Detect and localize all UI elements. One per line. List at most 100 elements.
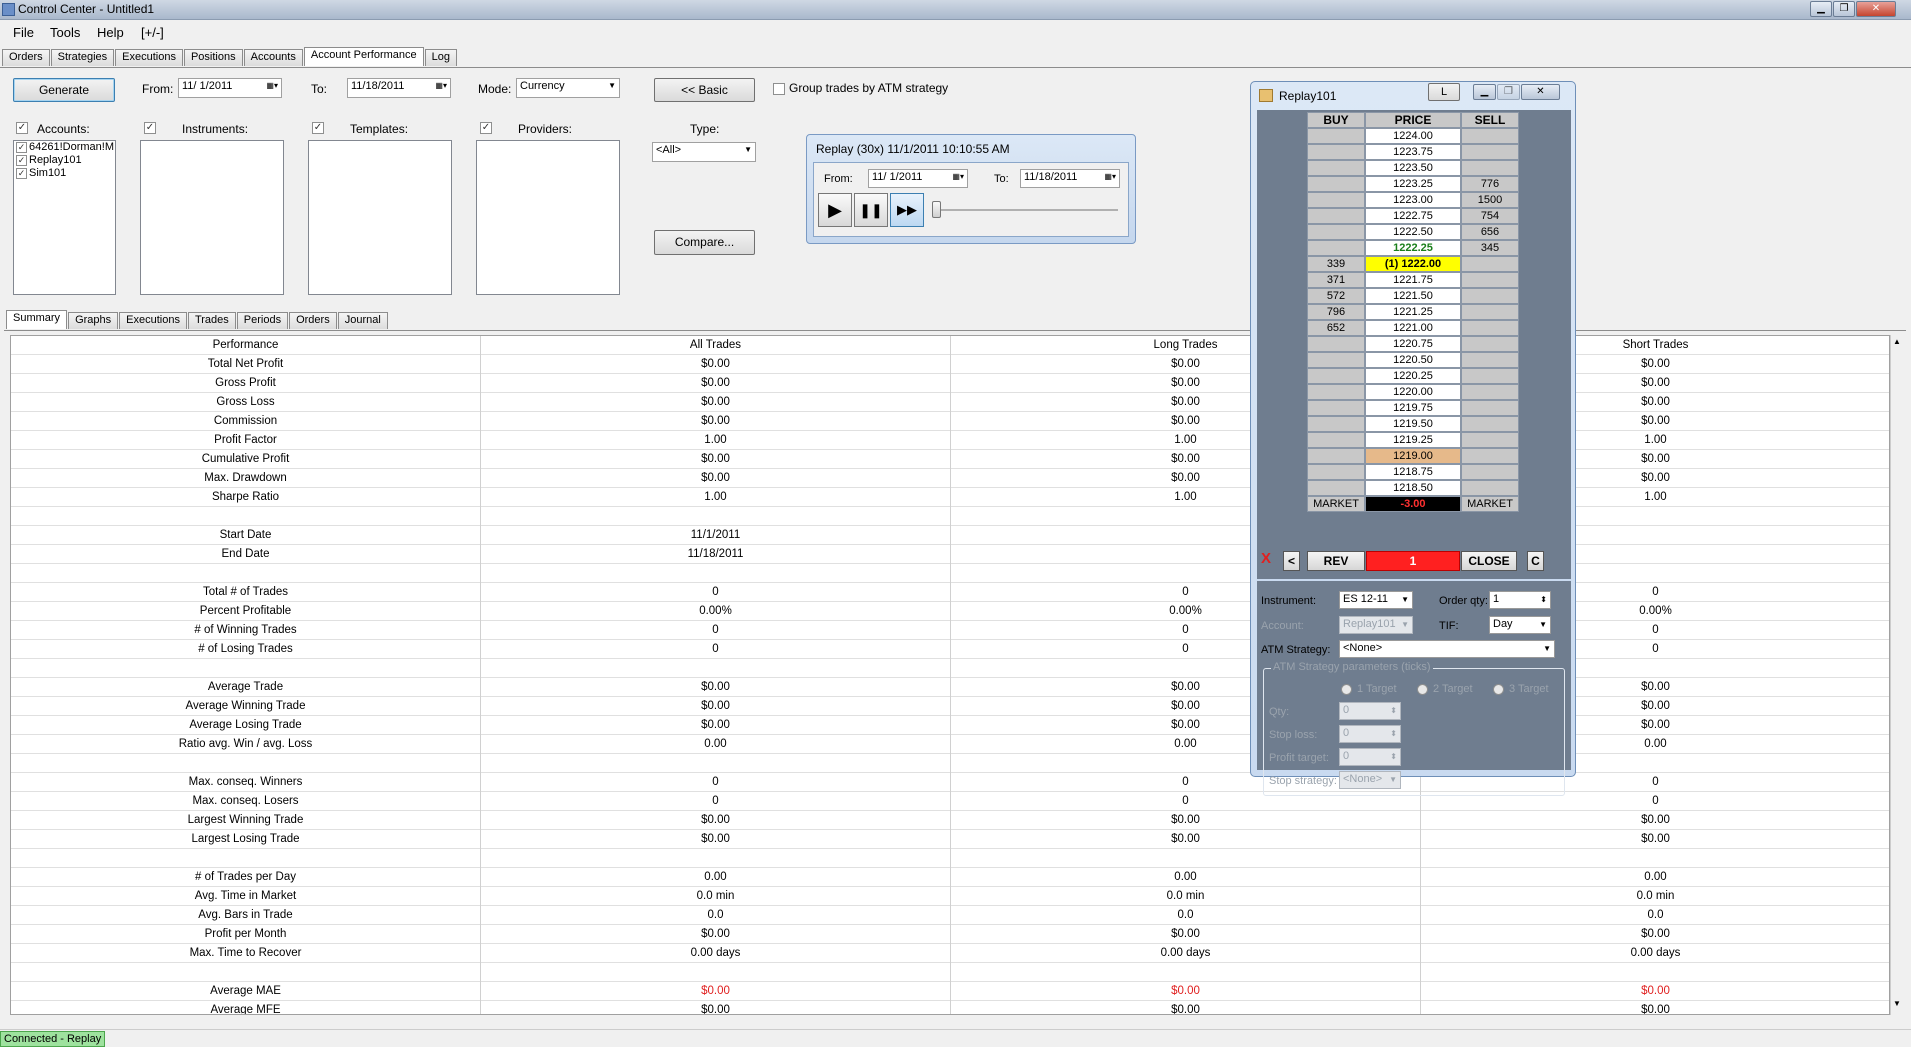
- qty-stepper[interactable]: 0 ⬍: [1339, 702, 1401, 720]
- sell-cell[interactable]: 1500: [1461, 192, 1519, 208]
- buy-cell[interactable]: [1307, 384, 1365, 400]
- dom-minimize-button[interactable]: ▁: [1473, 84, 1496, 100]
- tab-trades[interactable]: Trades: [187, 312, 236, 329]
- buy-cell[interactable]: [1307, 480, 1365, 496]
- buy-cell[interactable]: [1307, 448, 1365, 464]
- sell-cell[interactable]: [1461, 432, 1519, 448]
- tab-orders[interactable]: Orders: [2, 49, 50, 66]
- tab-summary[interactable]: Summary: [6, 310, 68, 329]
- scroll-up-icon[interactable]: ▲: [1893, 337, 1901, 346]
- sell-cell[interactable]: [1461, 384, 1519, 400]
- mode-dropdown[interactable]: Currency ▼: [516, 78, 620, 98]
- close-button[interactable]: ✕: [1856, 1, 1896, 17]
- buy-cell[interactable]: [1307, 224, 1365, 240]
- sell-cell[interactable]: [1461, 464, 1519, 480]
- tif-dropdown[interactable]: Day ▼: [1489, 616, 1551, 634]
- tab-graphs[interactable]: Graphs: [68, 312, 119, 329]
- buy-cell[interactable]: [1307, 144, 1365, 160]
- buy-cell[interactable]: 652: [1307, 320, 1365, 336]
- sell-cell[interactable]: 656: [1461, 224, 1519, 240]
- accounts-list[interactable]: ✓ 64261!Dorman!M ✓ Replay101 ✓ Sim101: [13, 140, 116, 295]
- providers-checkbox[interactable]: ✓: [480, 122, 492, 134]
- buy-cell[interactable]: [1307, 192, 1365, 208]
- sell-cell[interactable]: [1461, 128, 1519, 144]
- tab-log[interactable]: Log: [424, 49, 457, 66]
- sell-cell[interactable]: [1461, 144, 1519, 160]
- c-button[interactable]: C: [1527, 551, 1544, 571]
- type-dropdown[interactable]: <All> ▼: [652, 142, 756, 162]
- atm-strategy-dropdown[interactable]: <None> ▼: [1339, 640, 1555, 658]
- sell-cell[interactable]: [1461, 160, 1519, 176]
- tab-periods[interactable]: Periods: [236, 312, 289, 329]
- tab-strategies[interactable]: Strategies: [50, 49, 115, 66]
- dom-close-button[interactable]: ✕: [1521, 84, 1560, 100]
- buy-cell[interactable]: [1307, 240, 1365, 256]
- buy-cell[interactable]: [1307, 176, 1365, 192]
- sell-cell[interactable]: 754: [1461, 208, 1519, 224]
- basic-button[interactable]: << Basic: [654, 78, 755, 102]
- buy-cell[interactable]: [1307, 464, 1365, 480]
- list-item[interactable]: ✓ Replay101: [14, 154, 115, 167]
- vertical-scrollbar[interactable]: ▲ ▼: [1890, 335, 1906, 1015]
- market-sell-button[interactable]: MARKET: [1461, 496, 1519, 512]
- menu-file[interactable]: File: [13, 25, 34, 40]
- column-header[interactable]: Performance: [11, 336, 481, 355]
- providers-list[interactable]: [476, 140, 620, 295]
- sell-cell[interactable]: [1461, 272, 1519, 288]
- buy-cell[interactable]: 796: [1307, 304, 1365, 320]
- target-3-radio[interactable]: [1493, 684, 1504, 695]
- buy-cell[interactable]: [1307, 416, 1365, 432]
- buy-cell[interactable]: [1307, 368, 1365, 384]
- column-header[interactable]: All Trades: [481, 336, 951, 355]
- buy-cell[interactable]: [1307, 160, 1365, 176]
- fast-forward-button[interactable]: ▶▶: [890, 193, 924, 227]
- accounts-checkbox[interactable]: ✓: [16, 122, 28, 134]
- item-checkbox[interactable]: ✓: [16, 142, 27, 153]
- sell-cell[interactable]: [1461, 352, 1519, 368]
- reverse-left-button[interactable]: <: [1283, 551, 1300, 571]
- order-qty-stepper[interactable]: 1 ⬍: [1489, 591, 1551, 609]
- sell-cell[interactable]: [1461, 304, 1519, 320]
- sell-cell[interactable]: [1461, 336, 1519, 352]
- sell-cell[interactable]: 776: [1461, 176, 1519, 192]
- sell-cell[interactable]: [1461, 256, 1519, 272]
- scroll-down-icon[interactable]: ▼: [1893, 999, 1901, 1008]
- menu-toggle[interactable]: [+/-]: [141, 25, 164, 40]
- tab-sub-executions[interactable]: Executions: [119, 312, 187, 329]
- group-trades-checkbox[interactable]: [773, 83, 785, 95]
- menu-tools[interactable]: Tools: [50, 25, 80, 40]
- replay-to-date[interactable]: 11/18/2011 ▦▾: [1020, 169, 1120, 188]
- profit-target-stepper[interactable]: 0 ⬍: [1339, 748, 1401, 766]
- target-1-radio[interactable]: [1341, 684, 1352, 695]
- sell-cell[interactable]: [1461, 320, 1519, 336]
- instrument-dropdown[interactable]: ES 12-11 ▼: [1339, 591, 1413, 609]
- market-buy-button[interactable]: MARKET: [1307, 496, 1365, 512]
- tab-account-performance[interactable]: Account Performance: [303, 47, 424, 66]
- buy-cell[interactable]: 371: [1307, 272, 1365, 288]
- maximize-button[interactable]: ❐: [1833, 1, 1855, 17]
- speed-slider-track[interactable]: [932, 209, 1118, 211]
- templates-list[interactable]: [308, 140, 452, 295]
- tab-positions[interactable]: Positions: [183, 49, 243, 66]
- instruments-checkbox[interactable]: ✓: [144, 122, 156, 134]
- templates-checkbox[interactable]: ✓: [312, 122, 324, 134]
- sell-cell[interactable]: [1461, 480, 1519, 496]
- sell-cell[interactable]: [1461, 448, 1519, 464]
- stop-strategy-dropdown[interactable]: <None> ▼: [1339, 771, 1401, 789]
- instruments-list[interactable]: [140, 140, 284, 295]
- menu-help[interactable]: Help: [97, 25, 124, 40]
- tab-accounts[interactable]: Accounts: [243, 49, 303, 66]
- item-checkbox[interactable]: ✓: [16, 168, 27, 179]
- buy-cell[interactable]: [1307, 128, 1365, 144]
- buy-cell[interactable]: [1307, 432, 1365, 448]
- target-2-radio[interactable]: [1417, 684, 1428, 695]
- pause-button[interactable]: ❚❚: [854, 193, 888, 227]
- buy-cell[interactable]: 339: [1307, 256, 1365, 272]
- tab-executions[interactable]: Executions: [115, 49, 183, 66]
- rev-button[interactable]: REV: [1307, 551, 1365, 571]
- list-item[interactable]: ✓ Sim101: [14, 167, 115, 180]
- tab-journal[interactable]: Journal: [337, 312, 388, 329]
- sell-cell[interactable]: [1461, 368, 1519, 384]
- cancel-all-icon[interactable]: X: [1261, 550, 1271, 567]
- replay-from-date[interactable]: 11/ 1/2011 ▦▾: [868, 169, 968, 188]
